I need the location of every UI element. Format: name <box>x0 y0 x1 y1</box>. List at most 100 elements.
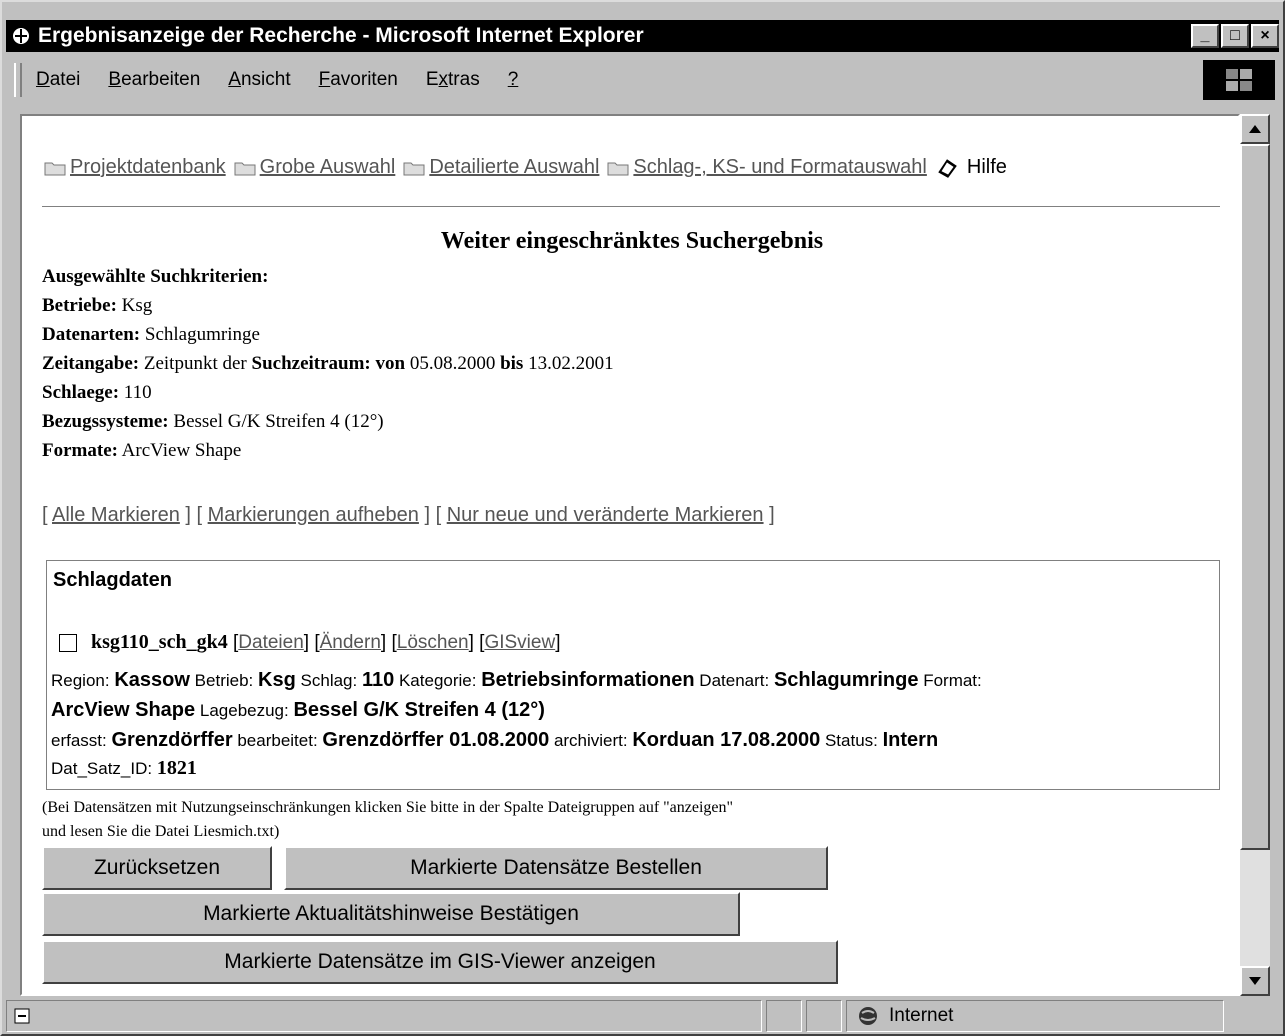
window-title: Ergebnisanzeige der Recherche - Microsof… <box>38 24 644 47</box>
windows-logo-icon <box>1203 60 1275 100</box>
menu-datei-accel: D <box>36 69 50 90</box>
minimize-button[interactable]: _ <box>1191 24 1219 48</box>
menu-help-accel: ? <box>507 69 519 90</box>
menu-favoriten-accel: F <box>318 69 331 90</box>
menu-extras[interactable]: Extras <box>426 69 480 91</box>
browser-window: Ergebnisanzeige der Recherche - Microsof… <box>0 0 1285 1036</box>
record-gisview-link[interactable]: GISview <box>484 632 555 654</box>
criteria-label: Bezugssysteme: <box>42 411 169 432</box>
status-pane <box>806 1000 842 1032</box>
field-label: Lagebezug: <box>199 701 289 720</box>
criteria-label: bis <box>500 353 524 374</box>
breadcrumb-detailierte-auswahl[interactable]: Detailierte Auswahl <box>429 156 599 179</box>
field-label: Dat_Satz_ID: <box>51 759 153 778</box>
arrow-down-icon <box>1249 977 1261 985</box>
criteria-value: ArcView Shape <box>121 440 242 461</box>
status-text-pane <box>6 1000 762 1032</box>
field-label: Kategorie: <box>398 671 477 690</box>
menu-bearbeiten[interactable]: Bearbeiten <box>108 69 200 91</box>
menu-extras-pre: E <box>425 69 439 90</box>
arrow-up-icon <box>1249 125 1261 133</box>
menu-datei[interactable]: Datei <box>36 69 80 91</box>
field-value: Korduan 17.08.2000 <box>632 729 821 751</box>
menu-help[interactable]: ? <box>508 69 519 91</box>
criteria-label: Zeitangabe: <box>42 353 140 374</box>
record-line: Region: Kassow Betrieb: Ksg Schlag: 110 … <box>51 669 982 692</box>
menu-extras-label: tras <box>448 69 480 90</box>
breadcrumb: Projektdatenbank Grobe Auswahl Detailier… <box>44 156 1007 179</box>
criteria-value: Ksg <box>121 295 153 316</box>
field-label: Status: <box>824 731 878 750</box>
status-pane <box>766 1000 802 1032</box>
field-value: Ksg <box>258 669 296 691</box>
title-bar[interactable]: Ergebnisanzeige der Recherche - Microsof… <box>6 20 1279 52</box>
criteria-value: Schlagumringe <box>144 324 260 345</box>
help-book-icon[interactable] <box>935 157 959 179</box>
scroll-thumb[interactable] <box>1240 144 1270 850</box>
confirm-updates-button[interactable]: Markierte Aktualitätshinweise Bestätigen <box>42 892 740 936</box>
order-button[interactable]: Markierte Datensätze Bestellen <box>284 846 828 890</box>
field-label: Schlag: <box>300 671 358 690</box>
search-criteria: Ausgewählte Suchkriterien: Betriebe: Ksg… <box>42 262 614 465</box>
criteria-label: Suchzeitraum: von <box>251 353 406 374</box>
section-title: Schlagdaten <box>53 569 172 591</box>
breadcrumb-projektdatenbank[interactable]: Projektdatenbank <box>70 156 226 179</box>
criteria-label: Schlaege: <box>42 382 120 403</box>
criteria-title: Ausgewählte Suchkriterien: <box>42 266 269 287</box>
close-button[interactable]: × <box>1251 24 1279 48</box>
field-value: Grenzdörffer <box>111 729 233 751</box>
page-icon <box>14 1008 30 1024</box>
field-value: Intern <box>882 729 939 751</box>
page-title: Weiter eingeschränktes Suchergebnis <box>440 228 824 254</box>
mark-new-changed-link[interactable]: Nur neue und veränderte Markieren <box>447 504 764 526</box>
record-id: ksg110_sch_gk4 <box>91 631 228 653</box>
zone-pane: Internet <box>846 1000 1224 1032</box>
scroll-down-button[interactable] <box>1240 966 1270 996</box>
criteria-value: Zeitpunkt der <box>143 353 247 374</box>
record-header: ksg110_sch_gk4 [ Dateien ] [Ändern] [ Lö… <box>53 631 560 654</box>
menu-extras-accel: x <box>438 69 449 90</box>
record-checkbox[interactable] <box>59 633 77 652</box>
criteria-label: Formate: <box>42 440 118 461</box>
field-label: Region: <box>51 671 110 690</box>
field-value: Grenzdörffer 01.08.2000 <box>322 729 550 751</box>
menu-favoriten[interactable]: Favoriten <box>319 69 398 91</box>
menu-ansicht-accel: A <box>228 69 241 90</box>
gis-viewer-button[interactable]: Markierte Datensätze im GIS-Viewer anzei… <box>42 940 838 984</box>
breadcrumb-formatauswahl[interactable]: Schlag-, KS- und Formatauswahl <box>633 156 926 179</box>
menu-ansicht[interactable]: Ansicht <box>228 69 290 91</box>
toolbar-grip[interactable] <box>14 63 22 97</box>
breadcrumb-grobe-auswahl[interactable]: Grobe Auswahl <box>260 156 396 179</box>
menu-bearbeiten-label: earbeiten <box>121 69 201 90</box>
maximize-button[interactable]: □ <box>1221 24 1249 48</box>
unmark-link[interactable]: Markierungen aufheben <box>208 504 419 526</box>
record-aendern-link[interactable]: Ändern <box>320 632 381 654</box>
field-value: 1821 <box>156 757 197 779</box>
ie-icon <box>10 25 32 47</box>
page-viewport: Projektdatenbank Grobe Auswahl Detailier… <box>20 114 1240 996</box>
note-line: und lesen Sie die Datei Liesmich.txt) <box>42 823 280 840</box>
reset-button[interactable]: Zurücksetzen <box>42 846 272 890</box>
field-value: ArcView Shape <box>51 699 196 721</box>
field-value: Betriebsinformationen <box>481 669 695 691</box>
field-label: archiviert: <box>553 731 628 750</box>
field-value: Bessel G/K Streifen 4 (12°) <box>293 699 545 721</box>
folder-icon <box>234 162 256 175</box>
field-label: Format: <box>923 671 982 690</box>
vertical-scrollbar[interactable] <box>1240 114 1270 996</box>
help-link[interactable]: Hilfe <box>967 156 1007 179</box>
scroll-up-button[interactable] <box>1240 114 1270 144</box>
criteria-value: 13.02.2001 <box>528 353 614 374</box>
record-line: Dat_Satz_ID: 1821 <box>51 757 197 780</box>
record-loeschen-link[interactable]: Löschen <box>397 632 469 654</box>
folder-icon <box>403 162 425 175</box>
mark-all-link[interactable]: Alle Markieren <box>52 504 180 526</box>
zone-label: Internet <box>889 1005 954 1026</box>
criteria-label: Datenarten: <box>42 324 141 345</box>
menu-bar: Datei Bearbeiten Ansicht Favoriten Extra… <box>6 56 1279 104</box>
menu-datei-label: atei <box>49 69 81 90</box>
status-bar: Internet <box>6 1000 1279 1034</box>
record-dateien-link[interactable]: Dateien <box>238 632 304 654</box>
field-value: Schlagumringe <box>773 669 919 691</box>
record-line: erfasst: Grenzdörffer bearbeitet: Grenzd… <box>51 729 938 752</box>
